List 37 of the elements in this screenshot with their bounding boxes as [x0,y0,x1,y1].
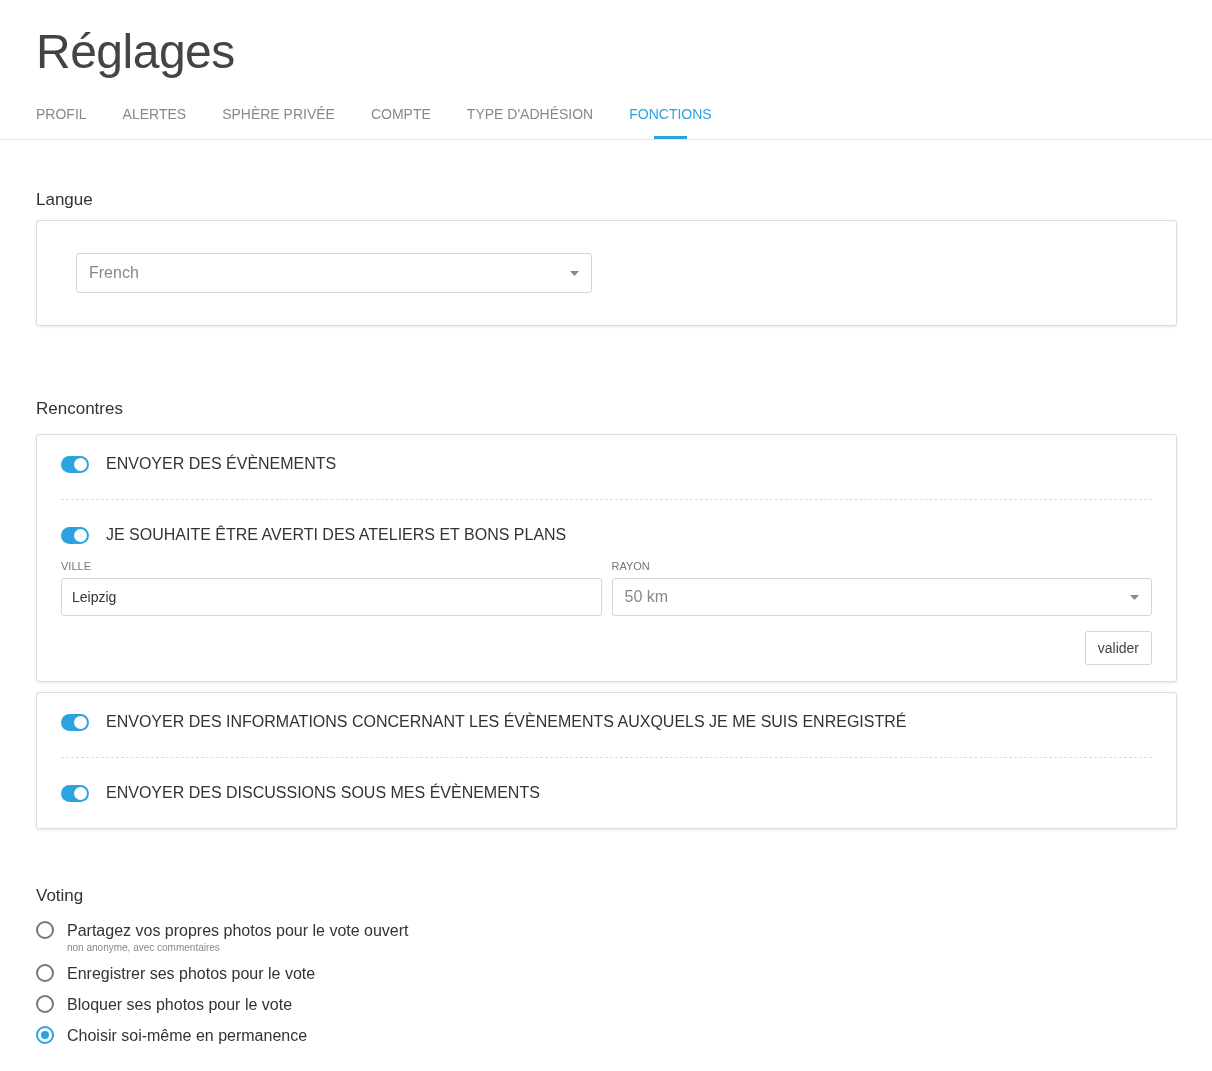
caret-icon [570,270,579,276]
radio-button[interactable] [36,964,54,982]
dropdown-value: 50 km [624,588,669,606]
toggle-label: JE SOUHAITE ÊTRE AVERTI DES ATELIERS ET BONS PLANS [106,526,567,544]
page-title: Réglages [36,24,236,80]
radio-label: Partagez vos propres photos pour le vote ouvert [67,921,409,941]
city-input-field[interactable]: Leipzig [61,578,602,616]
radio-button[interactable] [36,995,54,1013]
toggle-label: ENVOYER DES INFORMATIONS CONCERNANT LES ÉVÈNEMENTS AUXQUELS JE ME SUIS ENREGISTRÉ [106,713,907,731]
tab[interactable]: ALERTES [122,106,187,139]
radius-dropdown[interactable]: 50 km [611,578,1152,616]
field-label: VILLE [61,560,92,572]
toggle-switch[interactable] [61,455,89,473]
radio-button[interactable] [36,921,54,939]
toggle-label: ENVOYER DES ÉVÈNEMENTS [106,455,337,473]
section-heading: Voting [36,886,85,906]
tab[interactable]: COMPTE [370,106,431,139]
validate-button[interactable]: valider [1084,631,1152,665]
section-heading: Langue [36,190,94,210]
dropdown-value: French [89,264,139,282]
toggle-label: ENVOYER DES DISCUSSIONS SOUS MES ÉVÈNEMENTS [106,784,540,802]
radio-label: Choisir soi-même en permanence [67,1026,308,1046]
hint-text: non anonyme, avec commentaires [67,942,221,953]
field-label: RAYON [611,560,651,572]
language-dropdown[interactable]: French [76,253,592,293]
tab[interactable]: TYPE D'ADHÉSION [466,106,594,139]
radio-label: Enregistrer ses photos pour le vote [67,964,316,984]
tab[interactable]: FONCTIONS [629,106,712,139]
toggle-switch[interactable] [61,526,89,544]
radio-label: Bloquer ses photos pour le vote [67,995,293,1015]
section-heading: Rencontres [36,399,124,419]
tab[interactable]: PROFIL [36,106,87,139]
caret-icon [1130,594,1139,600]
toggle-switch[interactable] [61,713,89,731]
tab[interactable]: SPHÈRE PRIVÉE [222,106,335,139]
radio-button[interactable] [36,1026,54,1044]
toggle-switch[interactable] [61,784,89,802]
